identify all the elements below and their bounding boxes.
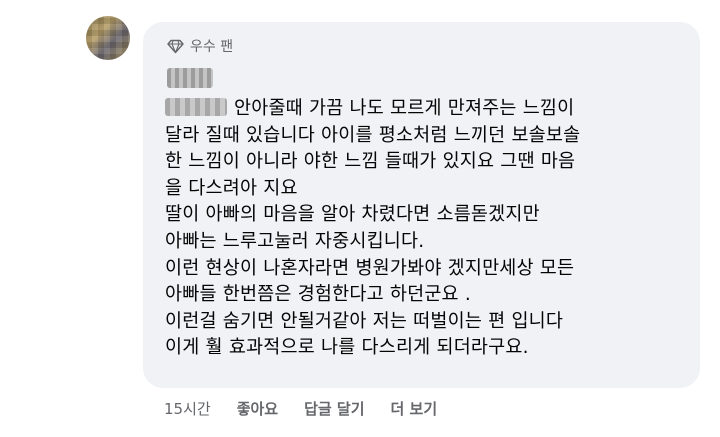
comment-text: 안아줄때 가끔 나도 모르게 만져주는 느낌이 달라 질때 있습니다 아이를 평… (165, 96, 685, 362)
comment-line: 이런 현상이 나혼자라면 병원가봐야 겠지만세상 모든 (165, 257, 575, 279)
see-more-button[interactable]: 더 보기 (391, 398, 438, 419)
comment-line: 아빠들 한번쯤은 경험한다고 하던군요 . (165, 284, 471, 306)
diamond-icon (167, 39, 184, 54)
comment-line: 딸이 아빠의 마음을 알아 차렸다면 소름돋겠지만 (165, 204, 540, 226)
mention-tag-redacted[interactable] (165, 98, 227, 116)
commenter-avatar[interactable] (86, 16, 130, 60)
top-fan-label: 우수 팬 (190, 39, 234, 55)
comment-line: 한 느낌이 아니라 야한 느낌 들때가 있지요 그땐 마음 (165, 151, 576, 173)
comment-line: 이게 훨 효과적으로 나를 다스리게 되더라구요. (165, 337, 529, 359)
comment-line: 아빠는 느루고눌러 자중시킵니다. (165, 230, 425, 252)
comment-bubble: 우수 팬 안아줄때 가끔 나도 모르게 만져주는 느낌이 달라 질때 있습니다 … (143, 22, 700, 388)
reply-button[interactable]: 답글 달기 (304, 398, 364, 419)
like-button[interactable]: 좋아요 (237, 398, 278, 419)
commenter-name-redacted[interactable] (167, 68, 213, 88)
top-fan-badge: 우수 팬 (167, 36, 233, 56)
comment-actions: 15시간 좋아요 답글 달기 더 보기 (164, 398, 437, 419)
comment-line: 달라 질때 있습니다 아이를 평소처럼 느끼던 보솔보솔 (165, 124, 581, 146)
comment-line: 을 다스려아 지요 (165, 177, 298, 199)
timestamp-link[interactable]: 15시간 (164, 398, 211, 419)
comment-line: 이런걸 숨기면 안될거같아 저는 떠벌이는 편 입니다 (165, 310, 564, 332)
comment-line: 안아줄때 가끔 나도 모르게 만져주는 느낌이 (165, 96, 685, 123)
